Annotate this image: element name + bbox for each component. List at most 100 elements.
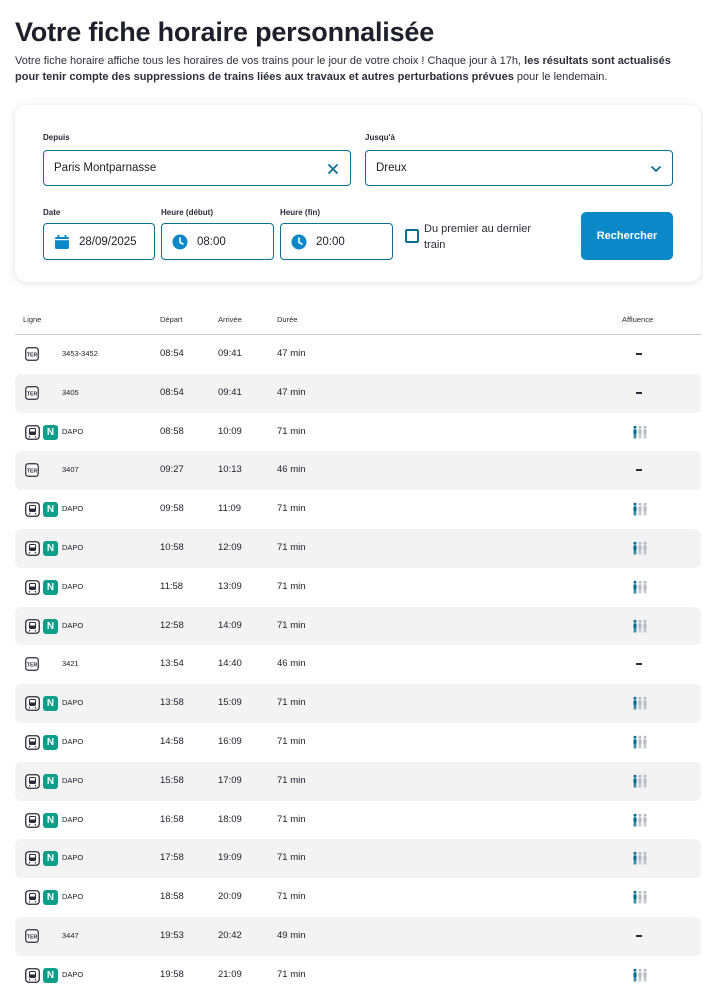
arrival-time: 12:09 bbox=[218, 541, 242, 553]
people-icon bbox=[633, 696, 647, 715]
clock-icon bbox=[291, 234, 307, 250]
departure-time: 08:54 bbox=[160, 386, 184, 398]
people-icon bbox=[633, 813, 647, 832]
line-n-badge: N bbox=[43, 696, 58, 712]
departure-time: 12:58 bbox=[160, 619, 184, 631]
header-duree: Durée bbox=[277, 315, 298, 324]
date-input[interactable]: 28/09/2025 bbox=[43, 223, 155, 260]
duration: 47 min bbox=[277, 348, 306, 359]
line-n-badge: N bbox=[43, 812, 58, 828]
close-icon[interactable] bbox=[326, 162, 340, 176]
departure-time: 15:58 bbox=[160, 774, 184, 786]
arrival-time: 10:09 bbox=[218, 425, 242, 437]
arrival-time: 18:09 bbox=[218, 813, 242, 825]
to-label: Jusqu'à bbox=[365, 133, 395, 142]
line-n-badge: N bbox=[43, 540, 58, 556]
ter-badge-icon: TER bbox=[25, 463, 39, 482]
line-n-badge: N bbox=[43, 424, 58, 440]
arrival-time: 09:41 bbox=[218, 386, 242, 398]
departure-time: 13:58 bbox=[160, 697, 184, 709]
train-icon bbox=[25, 735, 40, 755]
line-number: 3407 bbox=[62, 465, 79, 475]
line-n-badge: N bbox=[43, 618, 58, 634]
duration: 71 min bbox=[277, 503, 306, 515]
chevron-down-icon bbox=[651, 166, 661, 172]
arrival-time: 17:09 bbox=[218, 774, 242, 786]
arrival-time: 19:09 bbox=[218, 852, 242, 864]
train-icon bbox=[25, 502, 40, 522]
date-label: Date bbox=[43, 208, 61, 217]
first-to-last-label[interactable]: Du premier au dernier train bbox=[424, 221, 554, 253]
table-row[interactable]: N DAPO 08:58 10:09 71 min bbox=[15, 413, 701, 452]
duration: 47 min bbox=[277, 386, 306, 398]
duration: 71 min bbox=[277, 735, 306, 747]
end-time-input[interactable]: 20:00 bbox=[280, 223, 393, 260]
affluence-none bbox=[636, 934, 642, 937]
table-row[interactable]: TER 3405 08:54 09:41 47 min bbox=[15, 373, 701, 413]
start-time-input[interactable]: 08:00 bbox=[161, 223, 274, 260]
table-row[interactable]: TER 3447 19:53 20:42 49 min bbox=[15, 916, 701, 956]
affluence-none bbox=[636, 391, 642, 394]
table-row[interactable]: TER 3421 13:54 14:40 46 min bbox=[15, 645, 701, 684]
people-icon bbox=[633, 580, 647, 599]
line-number: 3447 bbox=[62, 930, 79, 940]
line-number: DAPO bbox=[62, 736, 84, 746]
svg-text:TER: TER bbox=[27, 352, 38, 358]
people-icon bbox=[633, 541, 647, 560]
line-number: DAPO bbox=[62, 892, 84, 902]
table-row[interactable]: TER 3407 09:27 10:13 46 min bbox=[15, 451, 701, 491]
end-time-label: Heure (fin) bbox=[280, 208, 320, 217]
header-depart: Départ bbox=[160, 315, 183, 324]
train-icon bbox=[25, 696, 40, 716]
duration: 71 min bbox=[277, 580, 306, 592]
to-value: Dreux bbox=[376, 162, 407, 174]
departure-time: 09:58 bbox=[160, 503, 184, 515]
table-row[interactable]: N DAPO 10:58 12:09 71 min bbox=[15, 528, 701, 568]
line-number: DAPO bbox=[62, 698, 84, 708]
svg-text:TER: TER bbox=[27, 391, 38, 397]
table-row[interactable]: N DAPO 13:58 15:09 71 min bbox=[15, 684, 701, 723]
table-row[interactable]: N DAPO 11:58 13:09 71 min bbox=[15, 568, 701, 607]
table-row[interactable]: N DAPO 17:58 19:09 71 min bbox=[15, 839, 701, 879]
line-number: DAPO bbox=[62, 969, 84, 979]
train-icon bbox=[25, 579, 40, 600]
departure-time: 08:54 bbox=[160, 348, 184, 359]
table-row[interactable]: TER 3453-3452 08:54 09:41 47 min bbox=[15, 335, 701, 374]
start-time-value: 08:00 bbox=[197, 235, 226, 248]
people-icon bbox=[633, 735, 647, 754]
duration: 71 min bbox=[277, 425, 306, 437]
page-title: Votre fiche horaire personnalisée bbox=[15, 17, 435, 47]
table-row[interactable]: N DAPO 09:58 11:09 71 min bbox=[15, 490, 701, 529]
departure-time: 09:27 bbox=[160, 464, 184, 476]
table-row[interactable]: N DAPO 16:58 18:09 71 min bbox=[15, 801, 701, 840]
first-to-last-checkbox[interactable] bbox=[405, 229, 419, 243]
table-row[interactable]: N DAPO 15:58 17:09 71 min bbox=[15, 761, 701, 801]
line-number: DAPO bbox=[62, 620, 84, 630]
duration: 71 min bbox=[277, 774, 306, 786]
train-icon bbox=[25, 541, 40, 561]
ter-badge-icon: TER bbox=[25, 929, 39, 948]
header-affluence: Affluence bbox=[622, 315, 654, 324]
date-value: 28/09/2025 bbox=[79, 235, 137, 248]
search-button[interactable]: Rechercher bbox=[581, 212, 673, 260]
from-input[interactable]: Paris Montparnasse bbox=[43, 150, 351, 186]
svg-text:TER: TER bbox=[27, 934, 38, 940]
duration: 71 min bbox=[277, 813, 306, 825]
arrival-time: 15:09 bbox=[218, 697, 242, 709]
train-icon bbox=[25, 773, 40, 794]
duration: 71 min bbox=[277, 968, 306, 980]
to-select[interactable]: Dreux bbox=[365, 150, 673, 186]
table-row[interactable]: N DAPO 12:58 14:09 71 min bbox=[15, 606, 701, 646]
arrival-time: 20:42 bbox=[218, 929, 242, 941]
table-row[interactable]: N DAPO 14:58 16:09 71 min bbox=[15, 723, 701, 762]
header-ligne: Ligne bbox=[23, 315, 42, 324]
ter-badge-icon: TER bbox=[25, 657, 39, 676]
arrival-time: 11:09 bbox=[218, 503, 242, 515]
train-icon bbox=[25, 812, 40, 833]
line-number: 3421 bbox=[62, 659, 79, 669]
line-number: DAPO bbox=[62, 853, 84, 863]
table-row[interactable]: N DAPO 19:58 21:09 71 min bbox=[15, 956, 701, 995]
departure-time: 17:58 bbox=[160, 852, 184, 864]
table-row[interactable]: N DAPO 18:58 20:09 71 min bbox=[15, 878, 701, 917]
arrival-time: 13:09 bbox=[218, 580, 242, 592]
